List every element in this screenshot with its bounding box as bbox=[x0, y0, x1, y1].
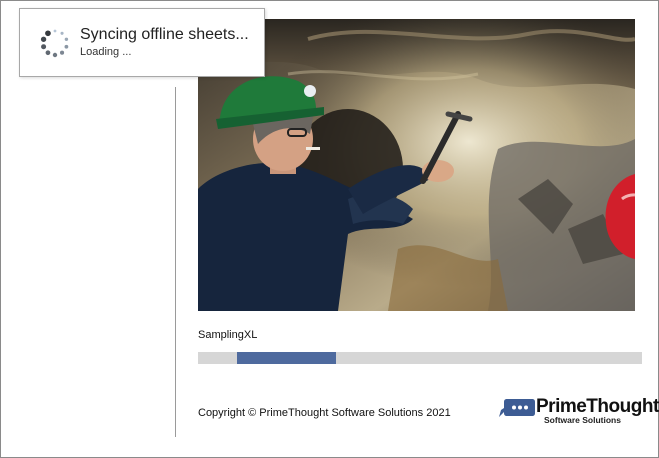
spinner-dot bbox=[52, 52, 58, 58]
spinner-dot bbox=[45, 50, 51, 56]
speech-bubble-icon bbox=[499, 399, 535, 417]
vertical-divider bbox=[175, 87, 176, 437]
spinner-dot bbox=[53, 29, 57, 33]
spinner-dot bbox=[41, 44, 47, 50]
toast-subtitle: Loading ... bbox=[80, 46, 132, 58]
copyright-text: Copyright © PrimeThought Software Soluti… bbox=[198, 407, 451, 419]
spinner-dot bbox=[40, 36, 47, 42]
toast-title: Syncing offline sheets... bbox=[80, 26, 249, 43]
primethought-logo: PrimeThought Software Solutions bbox=[498, 396, 659, 426]
spinner-dot bbox=[60, 31, 64, 35]
sync-toast: Syncing offline sheets... Loading ... bbox=[19, 8, 265, 77]
spinner-dot bbox=[60, 50, 65, 55]
app-name-label: SamplingXL bbox=[198, 329, 258, 341]
spinner-dot bbox=[64, 44, 69, 49]
progress-bar bbox=[198, 352, 642, 364]
loading-spinner-icon bbox=[40, 29, 69, 58]
progress-bar-fill bbox=[237, 352, 336, 364]
spinner-dot bbox=[45, 30, 51, 37]
logo-tagline: Software Solutions bbox=[544, 415, 621, 425]
spinner-dot bbox=[64, 37, 69, 42]
